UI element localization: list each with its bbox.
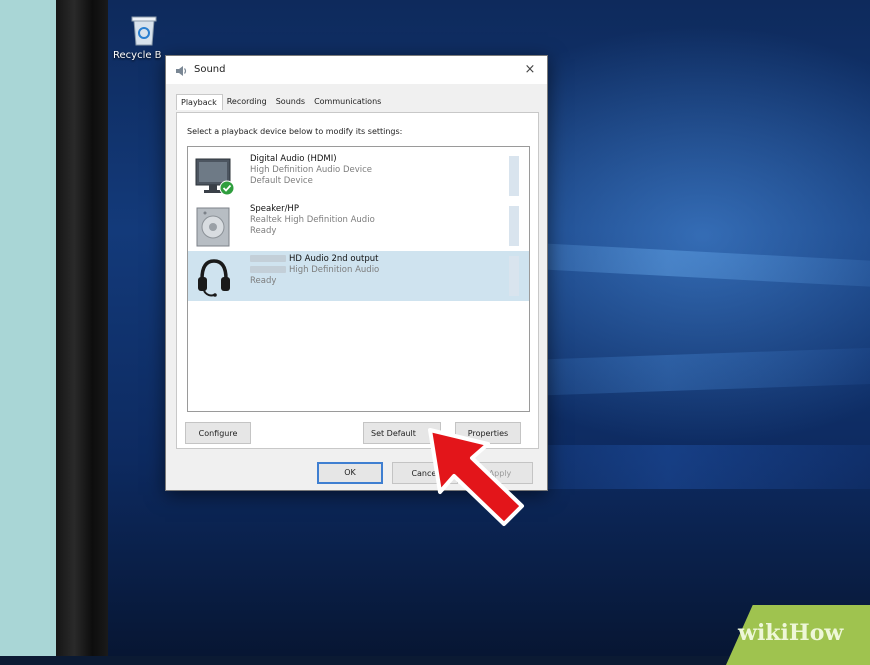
ok-button[interactable]: OK [317,462,383,484]
blurred-text [250,255,286,262]
device-name: HD Audio 2nd output [250,254,378,264]
volume-level-meter [509,206,519,246]
tab-sounds[interactable]: Sounds [272,94,310,110]
device-status: Ready [250,276,277,286]
dialog-title: Sound [194,64,226,75]
speaker-settings-icon [174,63,188,82]
background-strip [0,0,58,656]
blurred-text [250,266,286,273]
monitor-icon [194,155,235,197]
tab-strip: Playback Recording Sounds Communications [176,94,386,110]
device-status: Default Device [250,176,313,186]
playback-panel: Select a playback device below to modify… [176,112,539,449]
device-driver: High Definition Audio [250,265,379,275]
device-row-hd-audio[interactable]: HD Audio 2nd output High Definition Audi… [188,251,529,301]
close-button[interactable]: × [519,60,541,80]
instruction-text: Select a playback device below to modify… [187,127,403,136]
device-row-hdmi[interactable]: Digital Audio (HDMI) High Definition Aud… [188,151,529,201]
device-name: Speaker/HP [250,204,299,214]
tab-communications[interactable]: Communications [310,94,386,110]
wikihow-watermark: wikiHow [738,620,843,646]
device-status: Ready [250,226,277,236]
tab-playback[interactable]: Playback [176,94,223,110]
watermark-part1: wiki [738,620,789,646]
title-bar[interactable]: Sound × [166,56,547,84]
volume-level-meter [509,156,519,196]
device-name: Digital Audio (HDMI) [250,154,337,164]
red-pointer-arrow-icon [418,420,530,532]
watermark-part2: How [788,620,844,646]
volume-level-meter [509,256,519,296]
device-list[interactable]: Digital Audio (HDMI) High Definition Aud… [187,146,530,412]
set-default-label: Set Default [371,429,416,438]
tab-recording[interactable]: Recording [223,94,272,110]
recycle-bin-icon[interactable] [126,12,162,48]
device-row-speaker[interactable]: Speaker/HP Realtek High Definition Audio… [188,201,529,251]
speaker-icon [194,205,234,247]
device-driver: High Definition Audio Device [250,165,373,175]
headphones-icon [194,255,234,297]
device-driver: Realtek High Definition Audio [250,215,375,225]
configure-button[interactable]: Configure [185,422,251,444]
recycle-bin-label[interactable]: Recycle B [113,50,162,61]
monitor-bezel [56,0,108,656]
